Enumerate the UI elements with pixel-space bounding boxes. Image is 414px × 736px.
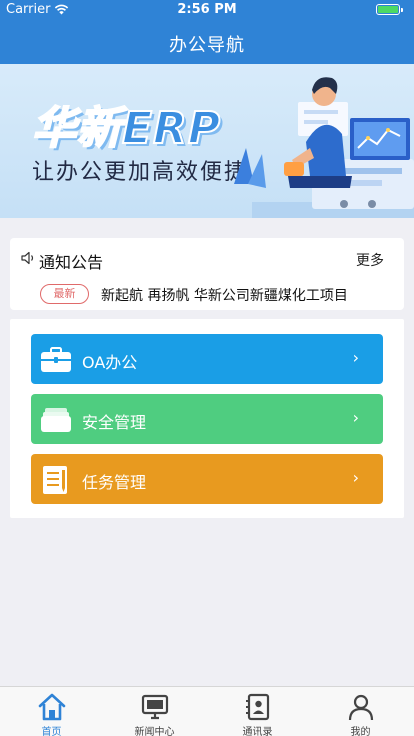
notice-item[interactable]: 最新 新起航 再扬帆 华新公司新疆煤化工项目 <box>10 282 404 306</box>
tab-contacts-label: 通讯录 <box>242 727 273 736</box>
banner-subtitle: 让办公更加高效便捷 <box>32 160 249 185</box>
page-title: 办公导航 <box>169 35 245 56</box>
monitor-icon <box>141 694 169 720</box>
battery-icon <box>376 4 403 15</box>
tab-news-center-label: 新闻中心 <box>134 727 175 736</box>
contacts-icon <box>246 693 270 721</box>
new-badge: 最新 <box>40 284 89 304</box>
more-link[interactable]: 更多 <box>356 250 384 270</box>
notice-panel: 通知公告 更多 最新 新起航 再扬帆 华新公司新疆煤化工项目 <box>10 238 404 310</box>
status-time: 2:56 PM <box>177 2 237 17</box>
home-icon <box>38 693 66 721</box>
banner-title: 华新ERP <box>31 102 222 155</box>
folder-stack-icon <box>41 408 71 432</box>
oa-office-button[interactable]: OA办公 › <box>31 334 383 384</box>
banner[interactable]: 华新ERP 让办公更加高效便捷 <box>0 64 414 218</box>
safety-management-label: 安全管理 <box>82 413 147 432</box>
tab-news-center[interactable]: 新闻中心 <box>103 687 206 736</box>
tab-profile-label: 我的 <box>350 727 371 736</box>
tab-bar: 首页 新闻中心 通讯录 我的 <box>0 686 414 736</box>
chevron-right-icon: › <box>352 348 359 367</box>
oa-office-label: OA办公 <box>82 353 138 372</box>
notice-headline[interactable]: 新起航 再扬帆 华新公司新疆煤化工项目 <box>101 285 391 305</box>
tab-home-label: 首页 <box>41 727 62 736</box>
notepad-icon <box>43 466 67 494</box>
person-with-laptop-illustration <box>234 77 414 218</box>
briefcase-icon <box>41 347 71 372</box>
tab-home[interactable]: 首页 <box>0 687 103 736</box>
profile-icon <box>348 694 374 721</box>
navigation-bar: Carrier 2:56 PM 办公导航 <box>0 0 414 64</box>
status-bar: Carrier 2:56 PM <box>0 0 414 20</box>
safety-management-button[interactable]: 安全管理 › <box>31 394 383 444</box>
tab-contacts[interactable]: 通讯录 <box>206 687 309 736</box>
speaker-icon <box>21 251 34 265</box>
task-management-label: 任务管理 <box>82 473 147 492</box>
chevron-right-icon: › <box>352 408 359 427</box>
tab-profile[interactable]: 我的 <box>309 687 412 736</box>
notice-title: 通知公告 <box>39 253 104 272</box>
task-management-button[interactable]: 任务管理 › <box>31 454 383 504</box>
chevron-right-icon: › <box>352 468 359 487</box>
module-menu: OA办公 › 安全管理 › 任务管理 › <box>10 319 404 518</box>
notice-header: 通知公告 更多 <box>10 238 404 278</box>
